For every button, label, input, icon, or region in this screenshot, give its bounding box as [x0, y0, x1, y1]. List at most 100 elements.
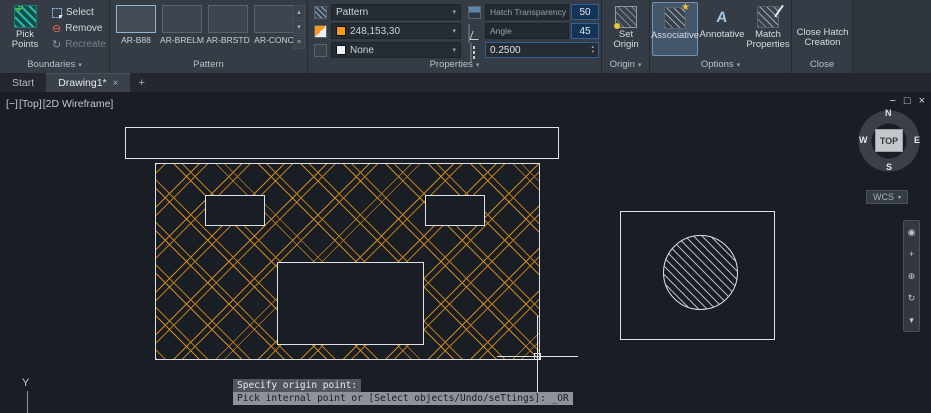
hatch-angle-slider[interactable]: Angle	[485, 23, 569, 39]
pattern-preview-icon	[162, 5, 202, 33]
close-icon[interactable]: ×	[919, 95, 925, 107]
scroll-down-icon: ▾	[297, 24, 301, 31]
viewport-window-controls: − □ ×	[889, 95, 925, 107]
close-panel: Close Hatch Creation Close	[792, 0, 853, 73]
pattern-swatch-label: AR-B88	[121, 35, 151, 45]
origin-panel-title: Origin	[609, 59, 635, 70]
viewport-controls: [−] [Top] [2D Wireframe]	[6, 98, 113, 110]
pick-points-button[interactable]: + Pick Points	[3, 2, 47, 56]
pattern-swatch-ar-conc[interactable]: AR-CONC	[252, 5, 296, 53]
chevron-down-icon: ▾	[452, 28, 456, 35]
transparency-label: Hatch Transparency	[490, 7, 567, 17]
chevron-down-icon: ▾	[475, 61, 480, 69]
boundaries-panel-label[interactable]: Boundaries ▾	[0, 57, 109, 72]
check-icon	[812, 6, 834, 26]
command-prompt-line[interactable]: Pick internal point or [Select objects/U…	[233, 392, 573, 405]
match-properties-label: Match Properties	[746, 29, 790, 50]
viewcube-east[interactable]: E	[914, 135, 920, 145]
ucs-y-axis-label: Y	[22, 377, 30, 389]
hatch-color-icon	[314, 25, 327, 38]
chevron-down-icon: ▾	[452, 47, 456, 54]
viewport-collapse-control[interactable]: [−]	[6, 98, 18, 110]
gallery-scroll-up-button[interactable]: ▴	[293, 5, 305, 19]
ribbon-filler	[853, 0, 931, 73]
pattern-swatch-ar-brelm[interactable]: AR-BRELM	[160, 5, 204, 53]
transparency-value-field[interactable]: 50	[571, 4, 599, 20]
properties-panel-label[interactable]: Properties ▾	[308, 57, 601, 72]
hatch-type-dropdown[interactable]: Pattern ▾	[331, 4, 461, 20]
associative-icon: ★	[664, 2, 690, 29]
orange-color-swatch	[336, 26, 346, 36]
drawing-canvas[interactable]: [−] [Top] [2D Wireframe] − □ × Specify o…	[0, 92, 931, 413]
recreate-label: Recreate	[65, 39, 106, 50]
hatch-type-value: Pattern	[336, 6, 369, 18]
pattern-preview-icon	[254, 5, 294, 33]
door-rect[interactable]	[277, 262, 424, 345]
chevron-down-icon: ▾	[637, 61, 642, 69]
associative-label: Associative	[650, 30, 700, 41]
zoom-icon[interactable]: ⊕	[908, 271, 916, 281]
angle-value: 45	[579, 25, 591, 37]
close-hatch-creation-button[interactable]: Close Hatch Creation	[794, 2, 851, 56]
hatch-color-value: 248,153,30	[350, 25, 401, 37]
spinner-arrows-icon[interactable]: ▴ ▾	[591, 45, 594, 55]
background-color-dropdown[interactable]: None ▾	[331, 42, 461, 58]
window-rect-left[interactable]	[205, 195, 265, 226]
pattern-panel-label[interactable]: Pattern	[110, 57, 307, 72]
pattern-swatch-label: AR-BRSTD	[206, 35, 250, 45]
hatch-color-dropdown[interactable]: 248,153,30 ▾	[331, 23, 461, 39]
navbar-more-icon[interactable]: ▾	[909, 315, 914, 325]
pattern-swatch-label: AR-CONC	[254, 35, 294, 45]
close-panel-label: Close	[792, 57, 852, 72]
origin-panel-label[interactable]: Origin ▾	[602, 57, 649, 72]
orbit-icon[interactable]: ↻	[908, 293, 916, 303]
navigation-bar: ◉ + ⊕ ↻ ▾	[903, 220, 920, 332]
roof-band-rect[interactable]	[125, 127, 559, 159]
minimize-icon[interactable]: −	[889, 95, 895, 107]
properties-panel-title: Properties	[429, 59, 473, 70]
transparency-icon	[468, 6, 481, 19]
chevron-down-icon: ▾	[452, 9, 456, 16]
associative-toggle-button[interactable]: ★ Associative	[650, 2, 700, 56]
hatched-circle[interactable]	[663, 235, 738, 310]
annotative-toggle-button[interactable]: A Annotative	[700, 2, 745, 56]
tab-start[interactable]: Start	[0, 73, 46, 92]
wcs-dropdown[interactable]: WCS ▾	[866, 190, 909, 204]
pattern-swatch-ar-brstd[interactable]: AR-BRSTD	[206, 5, 250, 53]
gallery-scroll-down-button[interactable]: ▾	[293, 20, 305, 34]
select-button[interactable]: Select	[52, 5, 94, 20]
angle-icon	[468, 24, 470, 43]
match-properties-icon	[757, 6, 779, 28]
viewcube-top-face[interactable]: TOP	[875, 129, 903, 152]
restore-icon[interactable]: □	[904, 95, 911, 107]
pan-icon[interactable]: +	[909, 249, 914, 259]
chevron-down-icon: ▾	[736, 61, 741, 69]
remove-button[interactable]: ⊖ Remove	[52, 21, 102, 36]
viewcube-north[interactable]: N	[885, 108, 892, 118]
background-color-value: None	[350, 44, 374, 56]
new-tab-button[interactable]: +	[130, 73, 152, 92]
close-panel-title: Close	[809, 59, 835, 70]
set-origin-button[interactable]: Set Origin	[605, 2, 647, 56]
tab-drawing1-label: Drawing1*	[58, 77, 107, 89]
gallery-expand-button[interactable]: ≡	[293, 35, 305, 49]
viewcube-west[interactable]: W	[859, 135, 868, 145]
hatch-scale-field[interactable]: 0.2500 ▴ ▾	[485, 42, 599, 58]
viewport-visual-style-control[interactable]: [2D Wireframe]	[43, 98, 114, 110]
tab-drawing1[interactable]: Drawing1* ×	[46, 73, 131, 92]
viewport-view-control[interactable]: [Top]	[19, 98, 42, 110]
recreate-button[interactable]: ↻ Recreate	[52, 37, 106, 52]
window-rect-right[interactable]	[425, 195, 485, 226]
viewcube-south[interactable]: S	[886, 162, 892, 172]
tab-close-icon[interactable]: ×	[113, 78, 119, 89]
steering-wheel-icon[interactable]: ◉	[908, 227, 916, 237]
angle-value-field[interactable]: 45	[571, 23, 599, 39]
pattern-swatch-ar-b88[interactable]: AR-B88	[114, 5, 158, 53]
star-icon: ★	[681, 2, 690, 13]
pattern-panel-title: Pattern	[193, 59, 224, 70]
boundaries-panel: + Pick Points Select ⊖ Remove ↻ Recreate…	[0, 0, 110, 73]
match-properties-button[interactable]: Match Properties	[745, 2, 791, 56]
hatch-transparency-slider[interactable]: Hatch Transparency	[485, 4, 569, 20]
options-panel-label[interactable]: Options ▾	[650, 57, 791, 72]
viewcube[interactable]: N W S E TOP	[856, 108, 922, 174]
